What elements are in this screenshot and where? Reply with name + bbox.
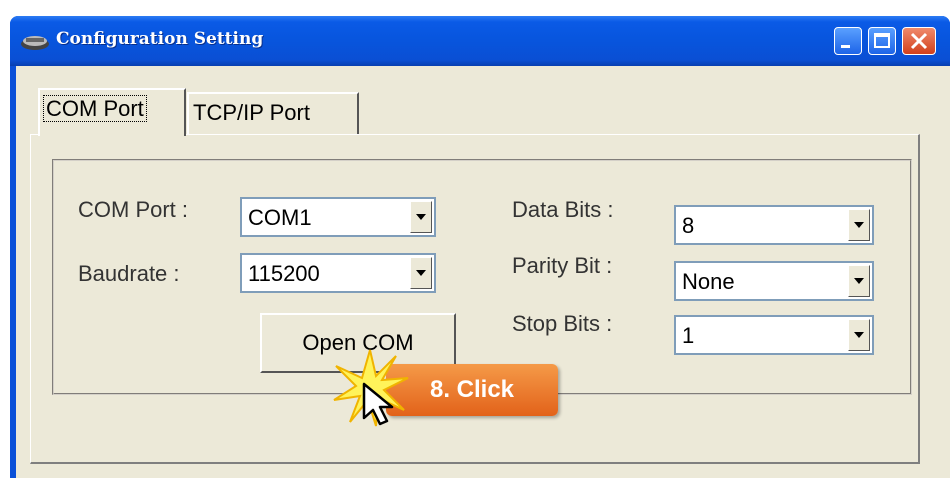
maximize-button[interactable] bbox=[868, 27, 896, 55]
baudrate-select[interactable]: 115200 bbox=[240, 253, 436, 293]
stop-bits-select[interactable]: 1 bbox=[674, 315, 874, 355]
tab-tcp-ip-port-label: TCP/IP Port bbox=[193, 100, 310, 125]
mouse-pointer-icon bbox=[362, 382, 394, 426]
stop-bits-label: Stop Bits : bbox=[512, 311, 613, 336]
window-title: Configuration Setting bbox=[56, 29, 264, 49]
chevron-down-icon[interactable] bbox=[410, 257, 432, 289]
parity-bit-value: None bbox=[682, 269, 735, 294]
close-button[interactable] bbox=[902, 27, 936, 55]
tab-com-port-label: COM Port bbox=[43, 95, 147, 122]
title-bar[interactable]: Configuration Setting bbox=[10, 16, 950, 66]
chevron-down-icon[interactable] bbox=[848, 209, 870, 241]
close-icon bbox=[910, 32, 928, 50]
com-port-label: COM Port : bbox=[78, 197, 189, 222]
chevron-down-icon[interactable] bbox=[848, 319, 870, 351]
tab-tcp-ip-port[interactable]: TCP/IP Port bbox=[187, 92, 359, 134]
data-bits-label: Data Bits : bbox=[512, 197, 614, 222]
minimize-icon bbox=[841, 45, 850, 48]
tab-com-port[interactable]: COM Port bbox=[38, 88, 186, 136]
stop-bits-value: 1 bbox=[682, 323, 695, 348]
com-port-select[interactable]: COM1 bbox=[240, 197, 436, 237]
client-area: COM Port TCP/IP Port COM Port : COM1 Bau… bbox=[16, 66, 950, 478]
maximize-icon bbox=[874, 33, 890, 48]
instruction-callout: 8. Click bbox=[386, 364, 558, 416]
baudrate-value: 115200 bbox=[248, 261, 320, 286]
data-bits-value: 8 bbox=[682, 213, 695, 238]
parity-bit-select[interactable]: None bbox=[674, 261, 874, 301]
serial-cable-icon bbox=[21, 36, 49, 50]
data-bits-select[interactable]: 8 bbox=[674, 205, 874, 245]
settings-group: COM Port : COM1 Baudrate : 115200 Open C… bbox=[52, 159, 912, 395]
parity-bit-label: Parity Bit : bbox=[512, 253, 613, 278]
com-port-value: COM1 bbox=[248, 205, 312, 230]
baudrate-label: Baudrate : bbox=[78, 261, 180, 286]
chevron-down-icon[interactable] bbox=[410, 201, 432, 233]
chevron-down-icon[interactable] bbox=[848, 265, 870, 297]
minimize-button[interactable] bbox=[834, 27, 862, 55]
